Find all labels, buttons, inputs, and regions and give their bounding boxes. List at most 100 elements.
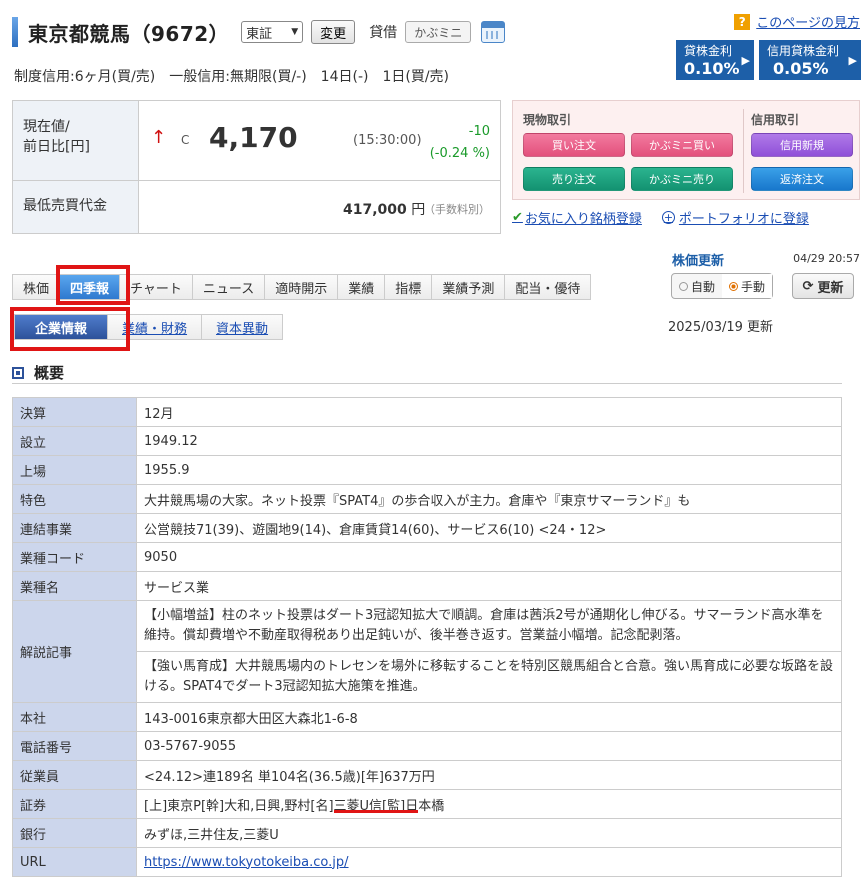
table-row: 業種コード 9050 [12,542,842,572]
row-key: 連結事業 [12,513,137,543]
tab-disclosure[interactable]: 適時開示 [264,274,338,300]
row-value: 大井競馬場の大家。ネット投票『SPAT4』の歩合収入が主力。倉庫や『東京サマーラ… [136,484,842,514]
row-value: サービス業 [136,571,842,601]
tab-stock-price[interactable]: 株価 [12,274,60,300]
kabumini-sell-button[interactable]: かぶミニ売り [631,167,733,191]
row-value: みずほ,三井住友,三菱U [136,818,842,848]
tab-performance[interactable]: 業績 [337,274,385,300]
question-icon: ? [734,13,751,30]
min-amount-value: 417,000 [343,202,407,218]
price-update-time: 04/29 20:57 [793,252,860,265]
change-percent: (-0.24 %) [429,146,490,161]
divider [743,109,744,193]
row-value: [上]東京P[幹]大和,日興,野村[名]三菱U信[監]日本橋 [136,789,842,819]
update-mode-toggle: 自動 手動 [671,273,773,299]
refresh-label: 更新 [817,280,844,296]
market-select-value: 東証 [246,26,273,42]
row-value: 9050 [136,542,842,572]
change-button[interactable]: 変更 [311,20,356,44]
min-amount: 417,000 円 [343,199,425,219]
credit-info: 制度信用:6ヶ月(買/売) 一般信用:無期限(買/-) 14日(-) 1日(買/… [14,69,450,85]
table-row: 銀行 みずほ,三井住友,三菱U [12,818,842,848]
radio-icon [678,281,688,291]
table-row: 従業員 <24.12>連189名 単104名(36.5歳)[年]637万円 [12,760,842,790]
row-value: <24.12>連189名 単104名(36.5歳)[年]637万円 [136,760,842,790]
current-price: 4,170 [209,121,298,154]
chevron-down-icon: ▼ [291,27,299,37]
buy-order-button[interactable]: 買い注文 [523,133,625,157]
calendar-icon[interactable] [481,21,506,43]
row-value: 1955.9 [136,455,842,485]
min-amount-unit: 円 [406,202,426,218]
table-row: URL https://www.tokyotokeiba.co.jp/ [12,847,842,877]
row-key: 設立 [12,426,137,456]
overview-title: 概要 [34,364,65,382]
table-row: 決算 12月 [12,397,842,427]
manual-update-option[interactable]: 手動 [722,274,772,298]
lend-label: 貸借 [369,25,398,41]
row-key: 証券 [12,789,137,819]
portfolio-link-text: ポートフォリオに登録 [678,212,809,227]
highlight-box [10,307,130,351]
row-key: 本社 [12,702,137,732]
row-value: 12月 [136,397,842,427]
credit-new-button[interactable]: 信用新規 [751,133,853,157]
credit-rate-box[interactable]: 信用貸株金利 0.05% ▶ [759,40,861,80]
kabumini-buy-button[interactable]: かぶミニ買い [631,133,733,157]
trade-panel: 現物取引 信用取引 買い注文 かぶミニ買い 売り注文 かぶミニ売り 信用新規 返… [512,100,860,200]
highlight-box [56,265,130,305]
price-label: 現在値/ 前日比[円] [13,101,139,180]
price-update-label: 株価更新 [672,254,725,269]
row-value: 【強い馬育成】大井競馬場内のトレセンを場外に移転することを特別区競馬組合と合意。… [136,651,842,703]
refresh-button[interactable]: ⟳ 更新 [792,273,854,299]
tab-news[interactable]: ニュース [191,274,265,300]
market-select[interactable]: 東証 ▼ [241,21,304,43]
table-row: 解説記事 【小幅増益】柱のネット投票はダート3冠認知拡大で順調。倉庫は茜浜2号が通… [12,600,842,703]
price-label-line2: 前日比[円] [23,139,90,155]
sell-order-button[interactable]: 売り注文 [523,167,625,191]
row-key: 上場 [12,455,137,485]
favorite-link[interactable]: ✔ お気に入り銘柄登録 [512,208,642,227]
min-amount-row: 最低売買代金 417,000 円 （手数料別） [13,181,500,233]
tab-forecast[interactable]: 業績予測 [431,274,505,300]
overview-header: 概要 [12,362,842,384]
min-amount-label: 最低売買代金 [13,181,139,233]
lend-rate-box[interactable]: 貸株金利 0.10% ▶ [676,40,754,80]
genbutsu-label: 現物取引 [523,113,572,127]
table-row: 電話番号 03-5767-9055 [12,731,842,761]
company-url-link[interactable]: https://www.tokyotokeiba.co.jp/ [144,855,349,870]
title-bar: 東京都競馬（9672） 東証 ▼ 変更 貸借 かぶミニ [12,16,506,48]
table-row: 設立 1949.12 [12,426,842,456]
refresh-icon: ⟳ [802,278,814,294]
price-time: (15:30:00) [353,133,422,148]
help-link[interactable]: ? このページの見方 [734,12,860,31]
arrow-right-icon: ▶ [848,54,857,67]
fee-note: （手数料別） [424,203,490,216]
tab-indicators[interactable]: 指標 [384,274,432,300]
subtab-capital-changes[interactable]: 資本異動 [201,314,284,340]
auto-update-option[interactable]: 自動 [672,274,722,298]
square-icon [12,366,24,379]
tab-dividend[interactable]: 配当・優待 [504,274,592,300]
help-link-text: このページの見方 [756,16,860,31]
up-arrow-icon: ↑ [151,127,167,148]
row-value: 143-0016東京都大田区大森北1-6-8 [136,702,842,732]
company-name: 東京都競馬（9672） [28,21,230,46]
row-key: 決算 [12,397,137,427]
repay-order-button[interactable]: 返済注文 [751,167,853,191]
price-row: 現在値/ 前日比[円] ↑ C 4,170 (15:30:00) -10 (-0… [13,101,500,181]
row-value: 03-5767-9055 [136,731,842,761]
close-mark: C [181,133,190,147]
credit-rate-value: 0.05% [773,59,829,78]
price-change: -10 (-0.24 %) [430,121,490,165]
change-value: -10 [468,124,490,139]
manual-label: 手動 [740,279,765,294]
row-value: 1949.12 [136,426,842,456]
register-links: ✔ お気に入り銘柄登録 + ポートフォリオに登録 [512,208,809,227]
arrow-right-icon: ▶ [741,54,750,67]
row-key: 業種名 [12,571,137,601]
table-row: 【強い馬育成】大井競馬場内のトレセンを場外に移転することを特別区競馬組合と合意。… [13,651,842,703]
row-value: https://www.tokyotokeiba.co.jp/ [136,847,842,877]
portfolio-link[interactable]: + ポートフォリオに登録 [642,208,809,227]
row-key: 解説記事 [12,600,137,703]
